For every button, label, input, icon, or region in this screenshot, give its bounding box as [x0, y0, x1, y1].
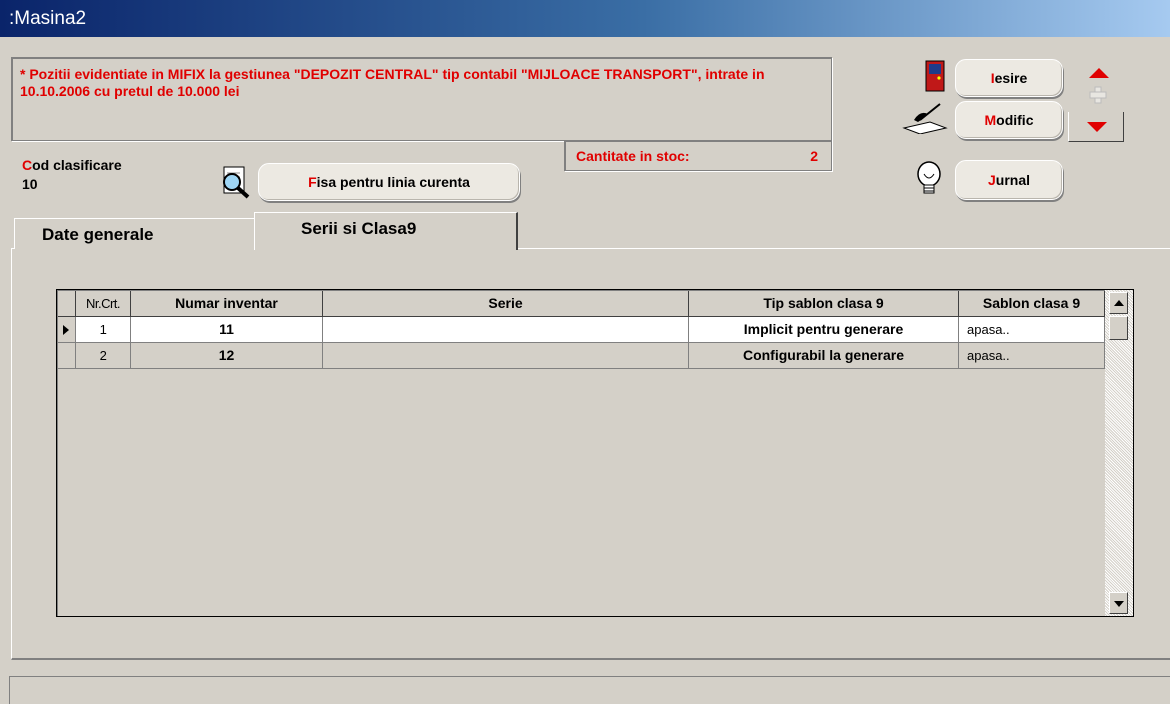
- column-header-numar-inventar[interactable]: Numar inventar: [131, 291, 323, 317]
- cell-serie[interactable]: [323, 317, 689, 343]
- jurnal-hotkey: J: [987, 172, 996, 188]
- cell-sablon-apasa[interactable]: apasa..: [959, 343, 1105, 369]
- arrow-down-icon: [1087, 122, 1107, 132]
- row-indicator: [58, 317, 76, 343]
- current-row-pointer-icon: [63, 325, 69, 335]
- cod-clasificare-label: Cod clasificare: [22, 157, 122, 173]
- scroll-thumb[interactable]: [1109, 316, 1128, 340]
- cell-sablon-apasa[interactable]: apasa..: [959, 317, 1105, 343]
- stock-label: Cantitate in stoc:: [576, 148, 690, 164]
- lightbulb-icon: [914, 160, 944, 200]
- cell-nr-crt[interactable]: 2: [76, 343, 131, 369]
- scroll-down-button[interactable]: [1109, 592, 1128, 614]
- row-indicator: [58, 343, 76, 369]
- cell-nr-crt[interactable]: 1: [76, 317, 131, 343]
- cell-numar-inventar[interactable]: 11: [131, 317, 323, 343]
- fisa-label: isa pentru linia curenta: [316, 174, 470, 190]
- magnifier-document-icon: [218, 165, 252, 199]
- move-cross-icon: [1089, 86, 1107, 104]
- scroll-up-icon: [1114, 300, 1124, 306]
- serii-grid[interactable]: Nr.Crt. Numar inventar Serie Tip sablon …: [56, 289, 1134, 617]
- iesire-button[interactable]: Iesire: [955, 59, 1063, 97]
- stock-value: 2: [810, 148, 818, 164]
- cod-label-text: od clasificare: [32, 157, 122, 173]
- fisa-linie-curenta-button[interactable]: Fisa pentru linia curenta: [258, 163, 520, 201]
- cell-numar-inventar[interactable]: 12: [131, 343, 323, 369]
- door-exit-icon: [924, 60, 948, 92]
- jurnal-button[interactable]: Jurnal: [955, 160, 1063, 200]
- column-header-sablon[interactable]: Sablon clasa 9: [959, 291, 1105, 317]
- cell-tip-sablon[interactable]: Implicit pentru generare: [689, 317, 959, 343]
- column-header-nr-crt[interactable]: Nr.Crt.: [76, 291, 131, 317]
- arrow-up-icon[interactable]: [1088, 66, 1110, 78]
- cod-clasificare-value: 10: [22, 176, 38, 192]
- tab-serii-clasa9[interactable]: Serii si Clasa9: [254, 212, 518, 250]
- modific-label: odific: [996, 112, 1034, 128]
- tab-date-generale[interactable]: Date generale: [14, 218, 254, 249]
- stock-box: Cantitate in stoc: 2: [564, 140, 832, 171]
- modific-button[interactable]: Modific: [955, 101, 1063, 139]
- tab-serii-clasa9-label: Serii si Clasa9: [301, 219, 417, 238]
- window-title: :Masina2: [0, 0, 1170, 37]
- column-header-tip-sablon[interactable]: Tip sablon clasa 9: [689, 291, 959, 317]
- fisa-hotkey: F: [308, 174, 317, 190]
- modific-hotkey: M: [984, 112, 997, 128]
- cell-tip-sablon[interactable]: Configurabil la generare: [689, 343, 959, 369]
- scroll-down-icon: [1114, 601, 1124, 607]
- tab-date-generale-label: Date generale: [42, 225, 154, 244]
- header-indicator-cell: [58, 291, 76, 317]
- cell-serie[interactable]: [323, 343, 689, 369]
- grid-vertical-scrollbar[interactable]: [1105, 290, 1133, 616]
- info-message: * Pozitii evidentiate in MIFIX la gestiu…: [11, 57, 832, 141]
- status-bar: [9, 676, 1170, 704]
- iesire-label: esire: [994, 70, 1028, 86]
- cod-label-hotkey: C: [22, 157, 33, 173]
- column-header-serie[interactable]: Serie: [323, 291, 689, 317]
- pen-edit-icon: [900, 100, 950, 135]
- scroll-up-button[interactable]: [1109, 292, 1128, 314]
- arrow-down-button[interactable]: [1068, 112, 1124, 142]
- jurnal-label: urnal: [995, 172, 1031, 188]
